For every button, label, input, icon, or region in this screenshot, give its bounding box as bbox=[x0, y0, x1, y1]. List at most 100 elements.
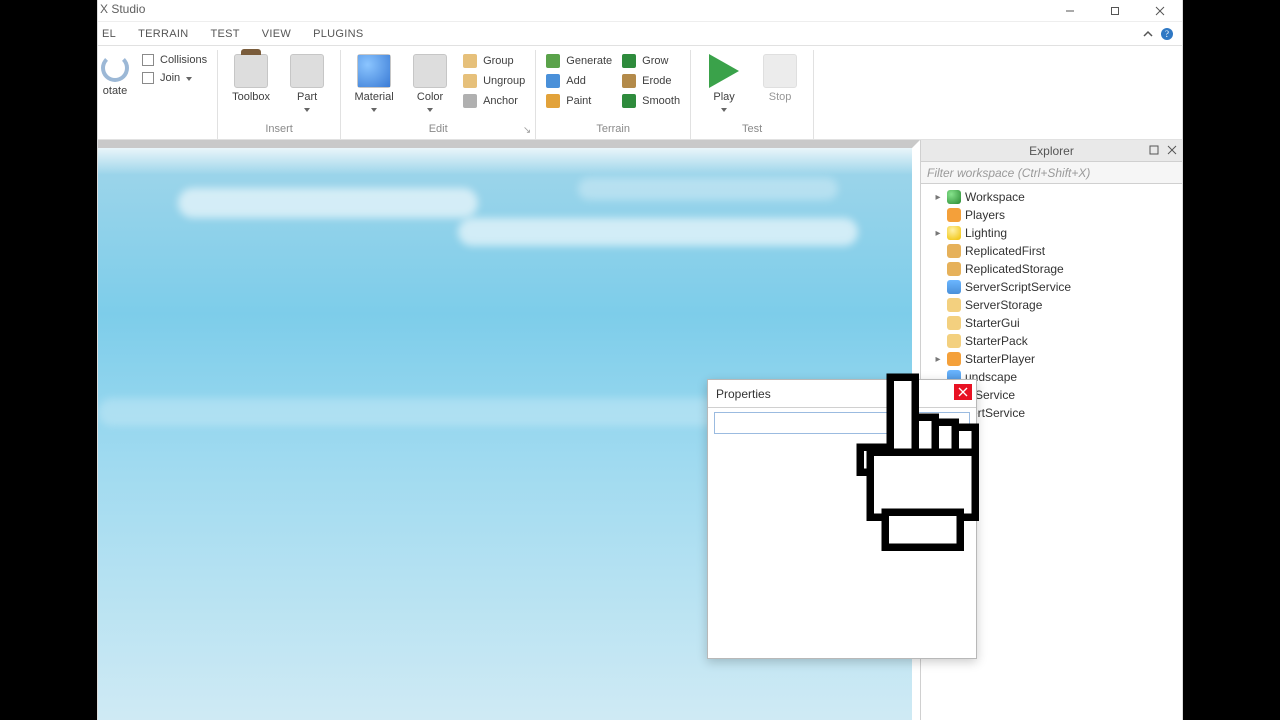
help-icon[interactable]: ? bbox=[1160, 27, 1174, 41]
explorer-header: Explorer bbox=[921, 140, 1182, 162]
explorer-item-label: StarterPack bbox=[965, 334, 1028, 348]
terrain-grow-button[interactable]: Grow bbox=[622, 54, 680, 68]
explorer-item-label: StarterGui bbox=[965, 316, 1020, 330]
collisions-toggle[interactable]: Collisions bbox=[142, 54, 207, 66]
paint-icon bbox=[546, 94, 560, 108]
tab-model[interactable]: EL bbox=[102, 24, 116, 44]
explorer-item[interactable]: ReplicatedFirst bbox=[923, 242, 1180, 260]
explorer-item-label: Lighting bbox=[965, 226, 1007, 240]
window-controls bbox=[1047, 0, 1182, 22]
minimize-button[interactable] bbox=[1047, 0, 1092, 22]
explorer-item[interactable]: ReplicatedStorage bbox=[923, 260, 1180, 278]
ungroup-icon bbox=[463, 74, 477, 88]
terrain-erode-button[interactable]: Erode bbox=[622, 74, 680, 88]
cloud bbox=[178, 188, 478, 218]
anchor-icon bbox=[463, 94, 477, 108]
explorer-item[interactable]: StarterPack bbox=[923, 332, 1180, 350]
ribbon: otate Collisions Join bbox=[98, 46, 1182, 140]
expand-icon[interactable]: ▸ bbox=[933, 354, 943, 365]
material-button[interactable]: Material bbox=[351, 52, 397, 115]
ribbon-tabs: EL TERRAIN TEST VIEW PLUGINS ? bbox=[98, 22, 1182, 46]
explorer-filter-input[interactable]: Filter workspace (Ctrl+Shift+X) bbox=[921, 162, 1182, 184]
checkbox-icon bbox=[142, 54, 154, 66]
group-label bbox=[98, 121, 207, 139]
terrain-smooth-button[interactable]: Smooth bbox=[622, 94, 680, 108]
folder-icon bbox=[947, 316, 961, 330]
folder-icon bbox=[947, 298, 961, 312]
maximize-button[interactable] bbox=[1092, 0, 1137, 22]
expand-icon[interactable]: ▸ bbox=[933, 192, 943, 203]
svg-text:?: ? bbox=[1165, 29, 1169, 39]
group-label: Test bbox=[701, 121, 803, 139]
dialog-launcher-icon[interactable]: ↘ bbox=[523, 125, 531, 136]
players-icon bbox=[947, 352, 961, 366]
ungroup-button[interactable]: Ungroup bbox=[463, 74, 525, 88]
tab-view[interactable]: VIEW bbox=[262, 24, 291, 44]
stop-icon bbox=[763, 54, 797, 88]
box-icon bbox=[947, 262, 961, 276]
close-button[interactable] bbox=[1137, 0, 1182, 22]
explorer-item[interactable]: ▸ StarterPlayer bbox=[923, 350, 1180, 368]
work-area: Explorer Filter workspace (Ctrl+Shift+X)… bbox=[98, 140, 1182, 720]
stop-button[interactable]: Stop bbox=[757, 52, 803, 103]
rotate-button[interactable]: otate bbox=[98, 52, 132, 97]
dropdown-icon bbox=[303, 107, 311, 115]
group-label: Edit bbox=[351, 121, 525, 139]
explorer-item-label: ReplicatedStorage bbox=[965, 262, 1064, 276]
tab-plugins[interactable]: PLUGINS bbox=[313, 24, 363, 44]
light-icon bbox=[947, 226, 961, 240]
checkbox-icon bbox=[142, 72, 154, 84]
explorer-item[interactable]: ServerScriptService bbox=[923, 278, 1180, 296]
group-label: Insert bbox=[228, 121, 330, 139]
part-icon bbox=[290, 54, 324, 88]
filter-placeholder: Filter workspace (Ctrl+Shift+X) bbox=[927, 166, 1090, 180]
rotate-icon bbox=[101, 54, 129, 82]
color-button[interactable]: Color bbox=[407, 52, 453, 115]
script-icon bbox=[947, 280, 961, 294]
properties-window[interactable]: Properties bbox=[707, 379, 977, 659]
play-button[interactable]: Play bbox=[701, 52, 747, 115]
play-icon bbox=[709, 54, 739, 88]
cloud bbox=[578, 178, 838, 200]
dropdown-icon bbox=[370, 107, 378, 115]
part-button[interactable]: Part bbox=[284, 52, 330, 115]
grow-icon bbox=[622, 54, 636, 68]
add-icon bbox=[546, 74, 560, 88]
world-icon bbox=[947, 190, 961, 204]
explorer-title: Explorer bbox=[1029, 144, 1074, 158]
dropdown-icon bbox=[186, 76, 192, 81]
toolbox-button[interactable]: Toolbox bbox=[228, 52, 274, 103]
terrain-add-button[interactable]: Add bbox=[546, 74, 612, 88]
smooth-icon bbox=[622, 94, 636, 108]
terrain-generate-button[interactable]: Generate bbox=[546, 54, 612, 68]
cloud bbox=[458, 218, 858, 246]
properties-titlebar[interactable]: Properties bbox=[708, 380, 976, 408]
terrain-paint-button[interactable]: Paint bbox=[546, 94, 612, 108]
collapse-ribbon-icon[interactable] bbox=[1142, 28, 1154, 40]
explorer-item-label: Workspace bbox=[965, 190, 1025, 204]
color-icon bbox=[413, 54, 447, 88]
explorer-item-label: StarterPlayer bbox=[965, 352, 1035, 366]
explorer-item[interactable]: ▸ Lighting bbox=[923, 224, 1180, 242]
group-button[interactable]: Group bbox=[463, 54, 525, 68]
explorer-item[interactable]: ServerStorage bbox=[923, 296, 1180, 314]
generate-icon bbox=[546, 54, 560, 68]
explorer-item[interactable]: Players bbox=[923, 206, 1180, 224]
explorer-item[interactable]: ▸ Workspace bbox=[923, 188, 1180, 206]
toolbox-icon bbox=[234, 54, 268, 88]
explorer-item[interactable]: StarterGui bbox=[923, 314, 1180, 332]
undock-icon[interactable] bbox=[1146, 142, 1162, 158]
expand-icon[interactable]: ▸ bbox=[933, 228, 943, 239]
explorer-item-label: Players bbox=[965, 208, 1005, 222]
join-toggle[interactable]: Join bbox=[142, 72, 207, 84]
material-icon bbox=[357, 54, 391, 88]
tab-terrain[interactable]: TERRAIN bbox=[138, 24, 188, 44]
properties-close-button[interactable] bbox=[954, 384, 972, 400]
anchor-button[interactable]: Anchor bbox=[463, 94, 525, 108]
tab-test[interactable]: TEST bbox=[210, 24, 239, 44]
properties-filter-input[interactable] bbox=[714, 412, 970, 434]
players-icon bbox=[947, 208, 961, 222]
group-label: Terrain bbox=[546, 121, 680, 139]
close-icon[interactable] bbox=[1164, 142, 1180, 158]
titlebar: X Studio bbox=[98, 0, 1182, 22]
